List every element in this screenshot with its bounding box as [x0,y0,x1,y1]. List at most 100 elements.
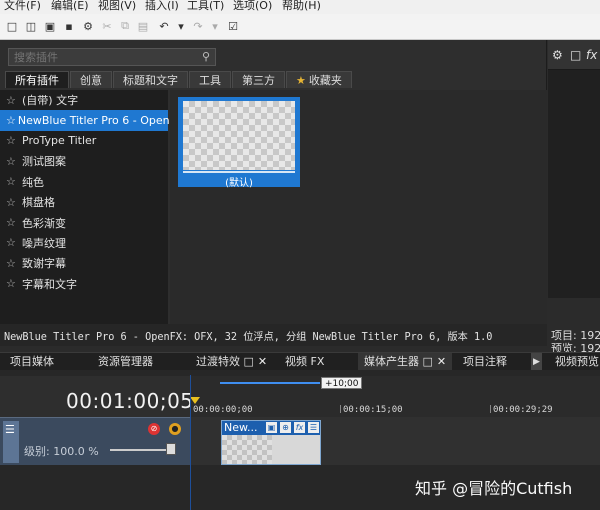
tab-transitions[interactable]: 过渡特效 □ ✕ [196,353,267,371]
timeline-panel: 00:01:00;05 +10;00 00:00:00;00 00:00:15;… [0,370,600,510]
undock-icon[interactable]: □ [244,355,254,368]
timeline-ruler[interactable]: +10;00 00:00:00;00 00:00:15;00 00:00:29;… [190,376,600,422]
tab-video-fx[interactable]: 视频 FX [285,353,324,371]
menu-help[interactable]: 帮助(H) [282,0,321,13]
plugin-item-selected[interactable]: ☆ NewBlue Titler Pro 6 - OpenFX [0,110,183,131]
plugin-item[interactable]: ☆ 字幕和文字 [0,274,168,294]
close-icon[interactable]: ✕ [437,355,446,368]
plugin-item[interactable]: ☆ 噪声纹理 [0,233,168,253]
menu-file[interactable]: 文件(F) [4,0,41,13]
playhead-line[interactable] [190,375,191,510]
star-outline-icon[interactable]: ☆ [6,277,20,290]
plugin-item-label: (自带) 文字 [22,94,79,108]
menu-insert[interactable]: 插入(I) [145,0,179,13]
paste-icon[interactable]: ▤ [136,19,150,33]
plugin-list: ☆ (自带) 文字 ☆ NewBlue Titler Pro 6 - OpenFX … [0,90,183,324]
mute-track-icon[interactable]: ⊘ [148,423,160,435]
tab-project-media[interactable]: 项目媒体 [10,353,54,371]
plugin-item-label: 测试图案 [22,155,66,169]
redo-dropdown-icon[interactable]: ▾ [208,19,222,33]
loop-region-bar[interactable] [220,382,320,384]
save-icon[interactable]: ▣ [43,19,57,33]
right-panel: ⚙ □ fx 项目: 1920 预览: 1920 [548,40,600,358]
tab-third-party[interactable]: 第三方 [232,71,285,88]
plugin-item-label: 字幕和文字 [22,277,77,291]
plugin-item[interactable]: ☆ ProType Titler [0,131,168,151]
star-outline-icon[interactable]: ☆ [6,175,20,188]
tab-favorites-label: 收藏夹 [308,74,342,87]
tab-all-plugins[interactable]: 所有插件 [5,71,69,88]
plugin-item-label: ProType Titler [22,134,97,148]
settings-gear-icon[interactable]: ⚙ [552,48,563,62]
tab-media-generators[interactable]: 媒体产生器 □ ✕ [358,353,453,371]
undo-dropdown-icon[interactable]: ▾ [174,19,188,33]
plugin-item[interactable]: ☆ 致谢字幕 [0,253,168,273]
tab-explorer[interactable]: 资源管理器 [98,353,153,371]
undo-icon[interactable]: ↶ [157,19,171,33]
menu-tools[interactable]: 工具(T) [187,0,224,13]
copy-icon[interactable]: ⧉ [118,19,132,33]
track-menu-icon[interactable]: ☰ [5,423,15,436]
star-outline-icon[interactable]: ☆ [6,196,20,209]
copy-icon[interactable]: □ [570,48,581,62]
pan-crop-icon[interactable]: ▣ [266,422,277,433]
playhead-marker-icon[interactable] [190,397,200,404]
track-level-label: 级别: 100.0 % [24,445,99,458]
plugin-item[interactable]: ☆ 棋盘格 [0,192,168,212]
plugin-chooser-panel: ⚲ 所有插件 创意 标题和文字 工具 第三方 ★收藏夹 ☆(自带) 文字 ☆Ne… [0,40,547,324]
menu-view[interactable]: 视图(V) [98,0,136,13]
ruler-label: 00:00:00;00 [193,405,253,415]
tab-titles-text[interactable]: 标题和文字 [113,71,188,88]
star-outline-icon[interactable]: ☆ [6,236,20,249]
tab-tools[interactable]: 工具 [189,71,231,88]
star-outline-icon[interactable]: ☆ [6,216,20,229]
tab-video-preview[interactable]: 视频预览 [555,353,599,371]
undock-icon[interactable]: □ [423,355,433,368]
menu-edit[interactable]: 编辑(E) [51,0,89,13]
video-track-header[interactable]: ☰ ⊘ ● 级别: 100.0 % [0,417,190,465]
plugin-search-input[interactable] [9,49,197,65]
settings-gear-icon[interactable]: ⚙ [81,19,95,33]
tab-transitions-label: 过渡特效 [196,355,240,368]
search-icon[interactable]: ⚲ [199,50,213,64]
plugin-item[interactable]: ☆ 测试图案 [0,151,168,171]
menu-bar: 文件(F) 编辑(E) 视图(V) 插入(I) 工具(T) 选项(O) 帮助(H… [0,0,600,14]
plugin-item-label: 色彩渐变 [22,216,66,230]
plugin-item[interactable]: ☆ 纯色 [0,172,168,192]
dock-tab-bar: 项目媒体 资源管理器 过渡特效 □ ✕ 视频 FX 媒体产生器 □ ✕ 项目注释 ▶… [0,352,600,371]
star-outline-icon[interactable]: ☆ [6,94,20,107]
video-track-lane: New... ▣ ⊕ fx ☰ [190,417,600,465]
ruler-label: 00:00:15;00 [343,405,403,415]
close-icon[interactable]: ✕ [258,355,267,368]
solo-track-icon[interactable]: ● [169,423,181,435]
star-outline-icon[interactable]: ☆ [6,114,16,127]
open-folder-icon[interactable]: ◫ [24,19,38,33]
plugin-description-bar: NewBlue Titler Pro 6 - OpenFX: OFX, 32 位… [0,324,547,346]
loop-length-label: +10;00 [321,377,363,389]
track-grip[interactable]: ☰ [3,421,19,463]
tab-scroll-right-icon[interactable]: ▶ [531,353,542,371]
star-outline-icon[interactable]: ☆ [6,134,20,147]
event-fx-icon[interactable]: fx [294,422,305,433]
star-outline-icon[interactable]: ☆ [6,155,20,168]
track-level-slider-knob[interactable] [166,443,176,455]
render-icon[interactable]: ▪ [62,19,76,33]
menu-options[interactable]: 选项(O) [233,0,272,13]
preset-preview-image [183,101,295,170]
plugin-item[interactable]: ☆ 色彩渐变 [0,212,168,232]
cut-icon[interactable]: ✂ [100,19,114,33]
watermark: 知乎 @冒险的Cutfish [415,479,573,498]
star-outline-icon[interactable]: ☆ [6,257,20,270]
tab-creative[interactable]: 创意 [70,71,112,88]
fx-icon[interactable]: fx [586,48,597,62]
tab-project-notes[interactable]: 项目注释 [463,353,507,371]
timeline-clip[interactable]: New... ▣ ⊕ fx ☰ [221,420,321,465]
redo-icon[interactable]: ↷ [191,19,205,33]
snap-toggle-icon[interactable]: ☑ [226,19,240,33]
clip-menu-icon[interactable]: ☰ [308,422,319,433]
new-file-icon[interactable]: □ [5,19,19,33]
plugin-item[interactable]: ☆ (自带) 文字 [0,90,168,110]
tab-favorites[interactable]: ★ 收藏夹 [286,71,352,88]
generated-media-icon[interactable]: ⊕ [280,422,291,433]
preset-thumbnail-default[interactable]: (默认) [178,97,300,189]
